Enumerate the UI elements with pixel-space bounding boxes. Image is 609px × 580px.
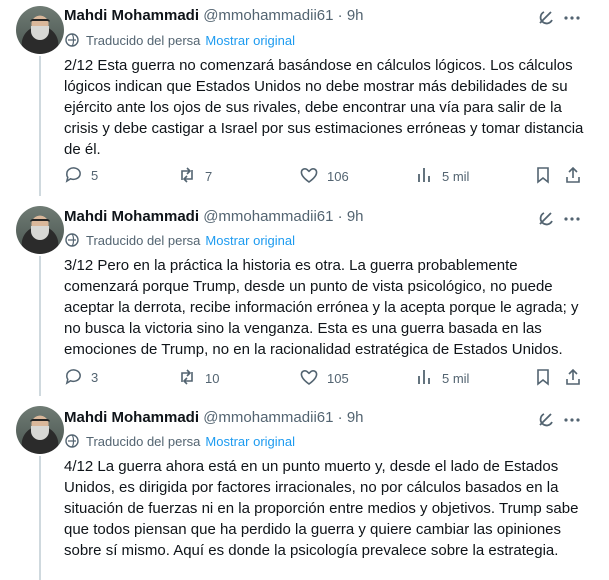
tweet-text: 2/12 Esta guerra no comenzará basándose … [64, 57, 584, 158]
show-original-link[interactable]: Mostrar original [205, 434, 295, 449]
grok-icon[interactable] [536, 410, 556, 435]
timestamp[interactable]: 9h [347, 7, 364, 24]
views-icon [416, 370, 442, 386]
translate-icon [64, 33, 86, 48]
tweet-text: 3/12 Pero en la práctica la historia es … [64, 257, 579, 358]
reply-icon [64, 369, 91, 385]
tweet-actions: 5 7 106 5 mil [64, 165, 584, 185]
like-icon [299, 168, 327, 184]
author-handle[interactable]: @mmohammadii61 [203, 7, 333, 24]
separator: · [337, 208, 343, 225]
grok-icon[interactable] [536, 209, 556, 234]
show-original-link[interactable]: Mostrar original [205, 233, 295, 248]
avatar[interactable] [16, 206, 64, 254]
translation-notice: Traducido del persa Mostrar original [64, 232, 295, 250]
timestamp[interactable]: 9h [347, 208, 364, 225]
share-button[interactable] [564, 367, 590, 387]
views-button[interactable]: 5 mil [416, 367, 469, 387]
like-icon [299, 370, 327, 386]
bookmark-button[interactable] [534, 367, 560, 387]
bookmark-button[interactable] [534, 165, 560, 185]
tweet[interactable]: Mahdi Mohammadi @mmohammadii61 · 9h Trad… [0, 0, 609, 200]
repost-icon [177, 167, 205, 184]
repost-button[interactable]: 10 [177, 367, 219, 387]
translation-notice: Traducido del persa Mostrar original [64, 433, 295, 451]
reply-button[interactable]: 3 [64, 367, 98, 387]
like-button[interactable]: 106 [299, 165, 349, 185]
more-icon[interactable] [562, 8, 582, 33]
tweet[interactable]: Mahdi Mohammadi @mmohammadii61 · 9h Trad… [0, 200, 609, 400]
translate-icon [64, 233, 86, 248]
translated-label: Traducido del persa [86, 233, 201, 248]
translated-label: Traducido del persa [86, 33, 201, 48]
translate-icon [64, 434, 86, 449]
reply-icon [64, 167, 91, 183]
tweet-header: Mahdi Mohammadi @mmohammadii61 · 9h [64, 6, 364, 26]
reply-button[interactable]: 5 [64, 165, 98, 185]
more-icon[interactable] [562, 410, 582, 435]
repost-button[interactable]: 7 [177, 165, 212, 185]
tweet[interactable]: Mahdi Mohammadi @mmohammadii61 · 9h Trad… [0, 400, 609, 580]
author-handle[interactable]: @mmohammadii61 [203, 409, 333, 426]
repost-icon [177, 369, 205, 386]
bookmark-icon [534, 369, 560, 386]
show-original-link[interactable]: Mostrar original [205, 33, 295, 48]
separator: · [337, 7, 343, 24]
like-button[interactable]: 105 [299, 367, 349, 387]
author-handle[interactable]: @mmohammadii61 [203, 208, 333, 225]
author-name[interactable]: Mahdi Mohammadi [64, 208, 199, 225]
tweet-text: 4/12 La guerra ahora está en un punto mu… [64, 458, 579, 559]
share-icon [564, 166, 590, 184]
more-icon[interactable] [562, 209, 582, 234]
author-name[interactable]: Mahdi Mohammadi [64, 409, 199, 426]
views-icon [416, 168, 442, 184]
timestamp[interactable]: 9h [347, 409, 364, 426]
translation-notice: Traducido del persa Mostrar original [64, 32, 295, 50]
tweet-top-icons [536, 209, 596, 229]
tweet-top-icons [536, 410, 596, 430]
tweet-header: Mahdi Mohammadi @mmohammadii61 · 9h [64, 207, 364, 227]
avatar[interactable] [16, 6, 64, 54]
tweet-header: Mahdi Mohammadi @mmohammadii61 · 9h [64, 408, 364, 428]
separator: · [337, 409, 343, 426]
grok-icon[interactable] [536, 8, 556, 33]
translated-label: Traducido del persa [86, 434, 201, 449]
tweet-actions: 3 10 105 5 mil [64, 367, 584, 387]
share-icon [564, 368, 590, 386]
avatar[interactable] [16, 406, 64, 454]
author-name[interactable]: Mahdi Mohammadi [64, 7, 199, 24]
share-button[interactable] [564, 165, 590, 185]
tweet-top-icons [536, 8, 596, 28]
bookmark-icon [534, 167, 560, 184]
views-button[interactable]: 5 mil [416, 165, 469, 185]
